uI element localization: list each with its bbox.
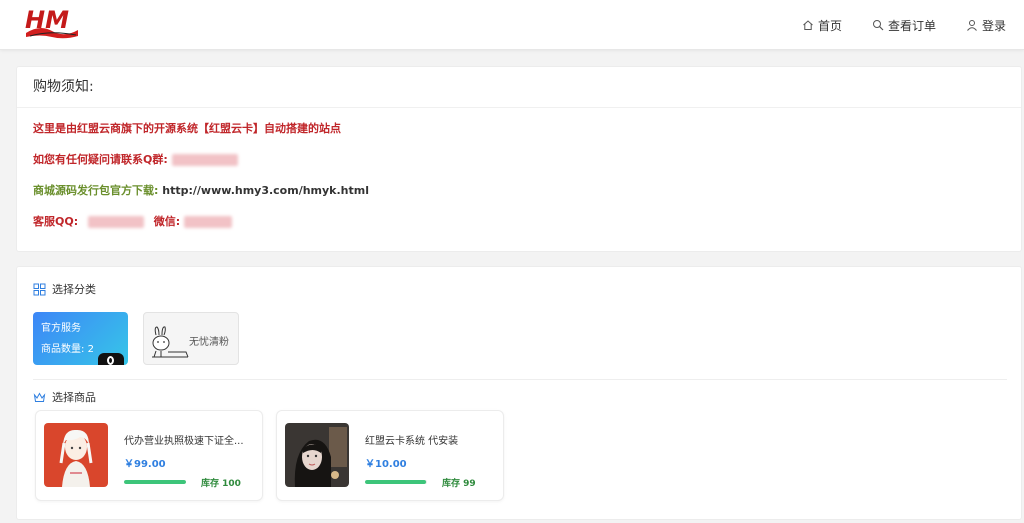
rabbit-mascot-icon [152,326,189,358]
qq-redacted [87,216,144,228]
nav-home-label: 首页 [817,18,842,33]
product-card[interactable]: 红盟云卡系统 代安装 ￥10.00 库存 99 [276,410,504,501]
category-section-title: 选择分类 [33,281,96,297]
category-name: 无忧清粉 [189,337,229,348]
download-link[interactable]: http://www.hmy3.com/hmyk.html [162,184,369,197]
category-count-label: 商品数量: [41,344,85,355]
notice-line-download: 商城源码发行包官方下载: http://www.hmy3.com/hmyk.ht… [33,182,369,198]
product-thumbnail [285,423,349,487]
nav-orders[interactable]: 查看订单 [872,17,936,34]
product-name: 代办营业执照极速下证全... [124,436,244,447]
notice-line-qgroup: 如您有任何疑问请联系Q群: [33,151,238,167]
download-label: 商城源码发行包官方下载: [33,184,159,197]
nav-home[interactable]: 首页 [802,17,842,34]
nav-login-label: 登录 [981,18,1006,33]
qgroup-label: 如您有任何疑问请联系Q群: [33,153,168,166]
search-icon [872,20,884,31]
tiktok-icon [98,353,124,365]
wechat-label: 微信: [153,215,181,228]
grid-icon [33,283,46,295]
notice-title: 购物须知: [17,67,1021,108]
category-name: 官方服务 [41,323,81,334]
product-thumbnail [44,423,108,487]
category-fan-cleanup[interactable]: 无忧清粉 [143,312,239,365]
category-official-service[interactable]: 官方服务 商品数量: 2 [33,312,128,365]
home-icon [803,20,813,30]
notice-line-contact: 客服QQ: 微信: [33,213,233,229]
brand-logo[interactable]: HM [22,6,80,42]
shop-card: 选择分类 官方服务 商品数量: 2 无忧清粉 选择商品 代办营业执照极速下证全.… [16,266,1022,520]
shopping-notice-card: 购物须知: 这里是由红盟云商旗下的开源系统【红盟云卡】自动搭建的站点 如您有任何… [16,66,1022,252]
section-divider [33,379,1007,380]
top-nav: 首页 查看订单 登录 [802,0,1006,50]
product-title-label: 选择商品 [52,391,96,404]
stock-bar-fill [365,480,427,484]
stock-bar [124,480,186,484]
qq-label: 客服QQ: [33,215,79,228]
nav-login[interactable]: 登录 [966,17,1006,34]
product-card[interactable]: 代办营业执照极速下证全... ￥99.00 库存 100 [35,410,263,501]
crown-icon [33,391,46,402]
user-icon [967,20,977,31]
top-header: HM 首页 查看订单 登录 [0,0,1024,50]
stock-bar-fill [124,480,186,484]
product-price: ￥99.00 [124,459,166,470]
product-stock: 库存 100 [201,479,241,489]
wechat-redacted [184,216,233,228]
product-stock: 库存 99 [442,479,476,489]
category-count-value: 2 [87,344,94,355]
product-section-title: 选择商品 [33,389,96,405]
stock-bar [365,480,427,484]
category-title-label: 选择分类 [52,283,96,296]
nav-orders-label: 查看订单 [887,18,936,33]
product-name: 红盟云卡系统 代安装 [365,436,459,447]
qgroup-redacted [171,154,238,166]
notice-line-intro: 这里是由红盟云商旗下的开源系统【红盟云卡】自动搭建的站点 [33,122,341,135]
product-price: ￥10.00 [365,459,407,470]
